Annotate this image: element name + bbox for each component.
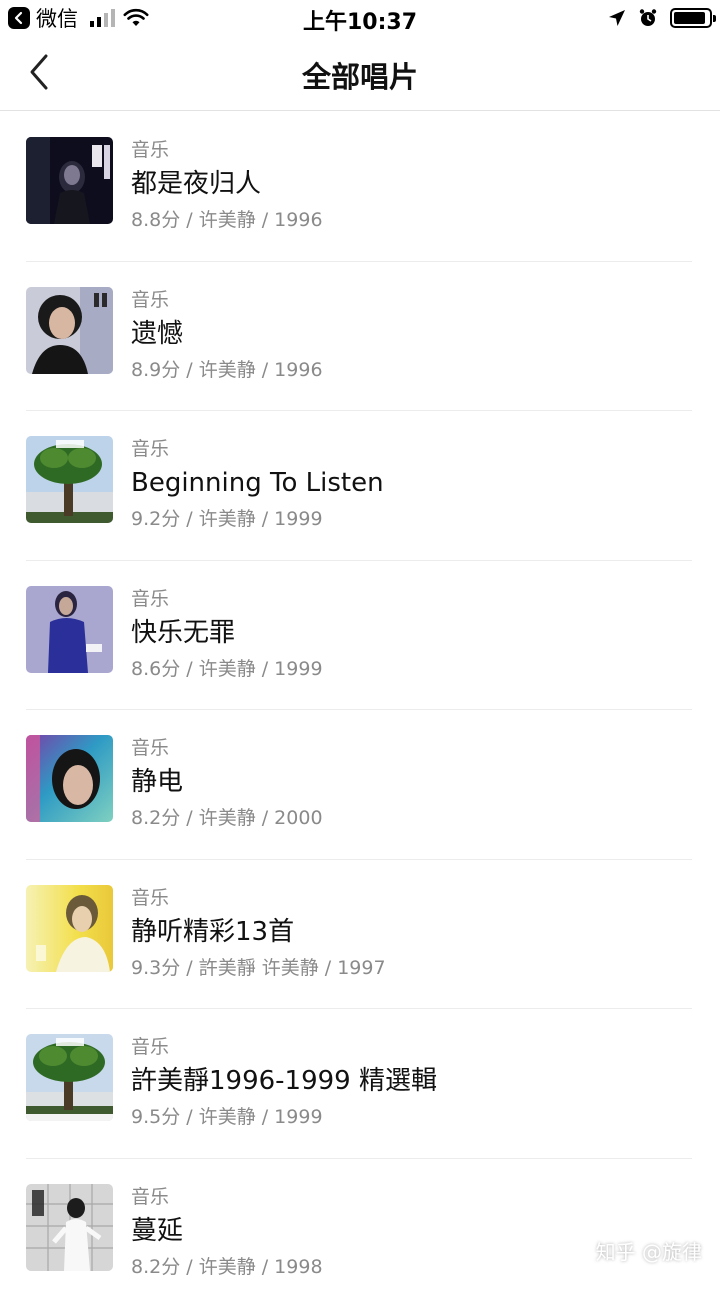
album-info: 音乐 都是夜归人 8.8分 / 许美静 / 1996: [131, 136, 323, 235]
album-meta: 8.8分 / 许美静 / 1996: [131, 205, 323, 235]
album-list-item[interactable]: 音乐 静电 8.2分 / 许美静 / 2000: [26, 710, 692, 860]
album-meta: 9.2分 / 许美静 / 1999: [131, 504, 384, 534]
status-bar: 微信 上午10:37: [0, 0, 720, 36]
album-title: 遗憾: [131, 314, 323, 354]
alarm-clock-icon: [638, 8, 658, 28]
album-list-item[interactable]: 音乐 遗憾 8.9分 / 许美静 / 1996: [26, 262, 692, 412]
album-info: 音乐 静听精彩13首 9.3分 / 許美靜 许美静 / 1997: [131, 884, 386, 983]
album-info: 音乐 蔓延 8.2分 / 许美静 / 1998: [131, 1183, 323, 1282]
album-category: 音乐: [131, 1033, 437, 1061]
watermark: 知乎 @旋律: [596, 1236, 702, 1265]
album-meta: 8.9分 / 许美静 / 1996: [131, 355, 323, 385]
album-list-item[interactable]: 音乐 蔓延 8.2分 / 许美静 / 1998: [26, 1159, 692, 1308]
album-cover-image: [26, 1184, 113, 1271]
nav-bar: 全部唱片: [0, 36, 720, 111]
album-meta: 8.6分 / 许美静 / 1999: [131, 654, 323, 684]
album-category: 音乐: [131, 435, 384, 463]
album-cover-image: [26, 885, 113, 972]
album-cover-image: [26, 586, 113, 673]
album-meta: 9.3分 / 許美靜 许美静 / 1997: [131, 953, 386, 983]
album-info: 音乐 許美靜1996-1999 精選輯 9.5分 / 许美静 / 1999: [131, 1033, 437, 1132]
album-list-item[interactable]: 音乐 許美靜1996-1999 精選輯 9.5分 / 许美静 / 1999: [26, 1009, 692, 1159]
album-list-item[interactable]: 音乐 快乐无罪 8.6分 / 许美静 / 1999: [26, 561, 692, 711]
album-list-item[interactable]: 音乐 都是夜归人 8.8分 / 许美静 / 1996: [26, 112, 692, 262]
album-category: 音乐: [131, 286, 323, 314]
album-cover-image: [26, 287, 113, 374]
album-cover-image: [26, 137, 113, 224]
album-title: 都是夜归人: [131, 164, 323, 204]
album-cover-image: [26, 735, 113, 822]
album-title: 静听精彩13首: [131, 912, 386, 952]
album-meta: 9.5分 / 许美静 / 1999: [131, 1102, 437, 1132]
status-bar-right: [608, 5, 712, 31]
album-list-item[interactable]: 音乐 Beginning To Listen 9.2分 / 许美静 / 1999: [26, 411, 692, 561]
album-list-item[interactable]: 音乐 静听精彩13首 9.3分 / 許美靜 许美静 / 1997: [26, 860, 692, 1010]
album-category: 音乐: [131, 1183, 323, 1211]
album-cover-image: [26, 1034, 113, 1121]
album-list: 音乐 都是夜归人 8.8分 / 许美静 / 1996 音乐 遗憾 8.9分 / …: [0, 112, 720, 1308]
page-title: 全部唱片: [0, 54, 720, 96]
album-info: 音乐 静电 8.2分 / 许美静 / 2000: [131, 734, 323, 833]
album-category: 音乐: [131, 136, 323, 164]
album-meta: 8.2分 / 许美静 / 2000: [131, 803, 323, 833]
album-category: 音乐: [131, 585, 323, 613]
album-title: 静电: [131, 762, 323, 802]
album-title: Beginning To Listen: [131, 463, 384, 503]
album-meta: 8.2分 / 许美静 / 1998: [131, 1252, 323, 1282]
album-info: 音乐 Beginning To Listen 9.2分 / 许美静 / 1999: [131, 435, 384, 534]
album-category: 音乐: [131, 884, 386, 912]
album-title: 許美靜1996-1999 精選輯: [131, 1061, 437, 1101]
album-title: 快乐无罪: [131, 613, 323, 653]
album-title: 蔓延: [131, 1211, 323, 1251]
album-info: 音乐 遗憾 8.9分 / 许美静 / 1996: [131, 286, 323, 385]
location-arrow-icon: [608, 9, 626, 27]
album-category: 音乐: [131, 734, 323, 762]
album-info: 音乐 快乐无罪 8.6分 / 许美静 / 1999: [131, 585, 323, 684]
album-cover-image: [26, 436, 113, 523]
battery-icon: [670, 8, 712, 28]
